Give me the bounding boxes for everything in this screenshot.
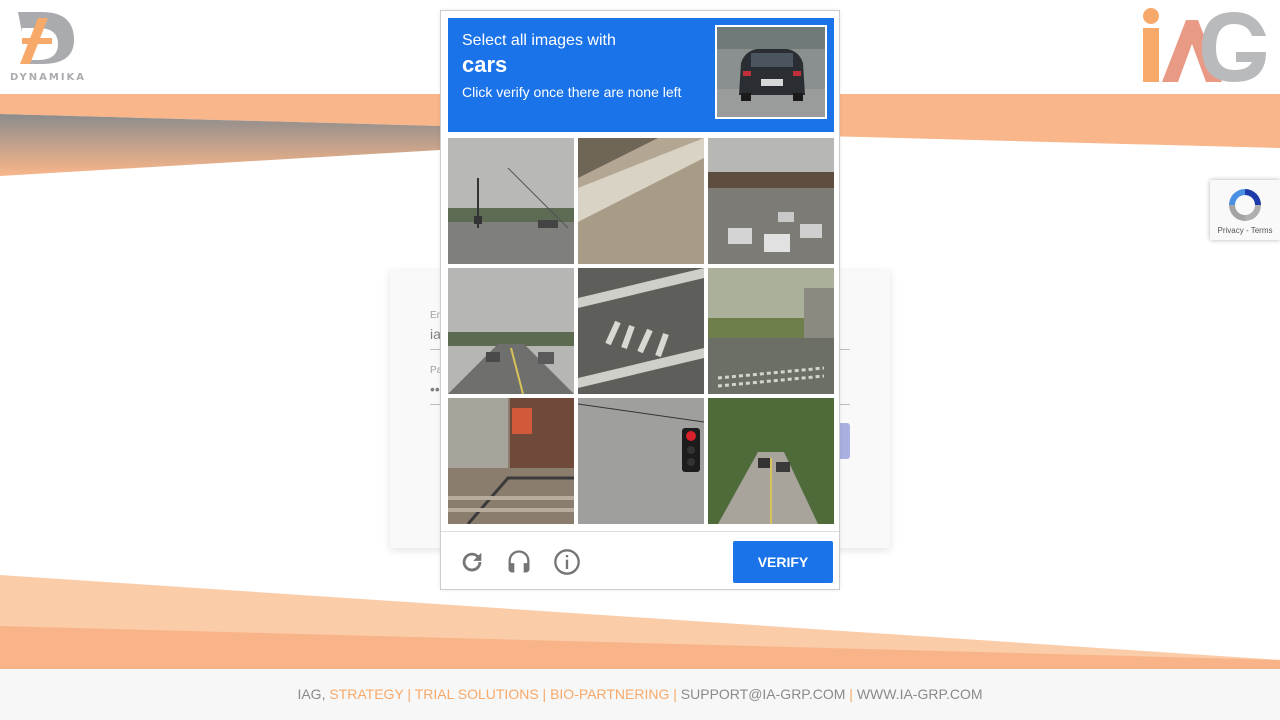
iag-logo <box>1140 6 1270 86</box>
captcha-image-grid <box>448 138 834 524</box>
captcha-tile[interactable] <box>578 268 704 394</box>
captcha-tile[interactable] <box>578 138 704 264</box>
captcha-tile[interactable] <box>578 398 704 524</box>
recaptcha-logo-icon <box>1229 189 1261 221</box>
verify-button[interactable]: VERIFY <box>733 541 833 583</box>
footer: IAG, STRATEGY | TRIAL SOLUTIONS | BIO-PA… <box>0 669 1280 720</box>
recaptcha-badge[interactable]: Privacy - Terms <box>1210 180 1280 240</box>
dynamika-logo: DYNAMIKA <box>8 8 88 86</box>
recaptcha-badge-links[interactable]: Privacy - Terms <box>1210 226 1280 235</box>
captcha-sample-image <box>715 25 827 119</box>
captcha-challenge: Select all images with cars Click verify… <box>440 10 840 590</box>
captcha-tile[interactable] <box>708 138 834 264</box>
captcha-header: Select all images with cars Click verify… <box>448 18 834 132</box>
footer-link-bio-partnering[interactable]: BIO-PARTNERING <box>550 686 669 702</box>
page: DYNAMIKA Privacy - Terms Em ia Pa •• IAG… <box>0 0 1280 720</box>
footer-link-strategy[interactable]: STRATEGY <box>329 686 403 702</box>
headphones-icon[interactable] <box>505 548 533 576</box>
captcha-tile[interactable] <box>448 398 574 524</box>
captcha-tile[interactable] <box>708 268 834 394</box>
captcha-tile[interactable] <box>448 268 574 394</box>
captcha-divider <box>441 531 839 532</box>
footer-separator: | <box>673 686 677 702</box>
footer-separator: | <box>542 686 547 702</box>
captcha-target-object: cars <box>462 52 508 77</box>
captcha-instruction: Select all images with <box>462 32 616 49</box>
footer-separator: | <box>407 686 412 702</box>
password-value[interactable]: •• <box>430 381 440 397</box>
footer-separator: | <box>849 686 853 702</box>
captcha-tile[interactable] <box>708 398 834 524</box>
footer-link-trial-solutions[interactable]: TRIAL SOLUTIONS <box>415 686 539 702</box>
reload-icon[interactable] <box>458 548 486 576</box>
dynamika-logo-text: DYNAMIKA <box>9 72 87 83</box>
footer-email-link[interactable]: SUPPORT@IA-GRP.COM <box>681 686 846 702</box>
footer-company: IAG, <box>297 686 326 702</box>
footer-website-link[interactable]: WWW.IA-GRP.COM <box>857 686 983 702</box>
info-icon[interactable] <box>553 548 581 576</box>
captcha-tile[interactable] <box>448 138 574 264</box>
captcha-hint: Click verify once there are none left <box>462 84 682 100</box>
